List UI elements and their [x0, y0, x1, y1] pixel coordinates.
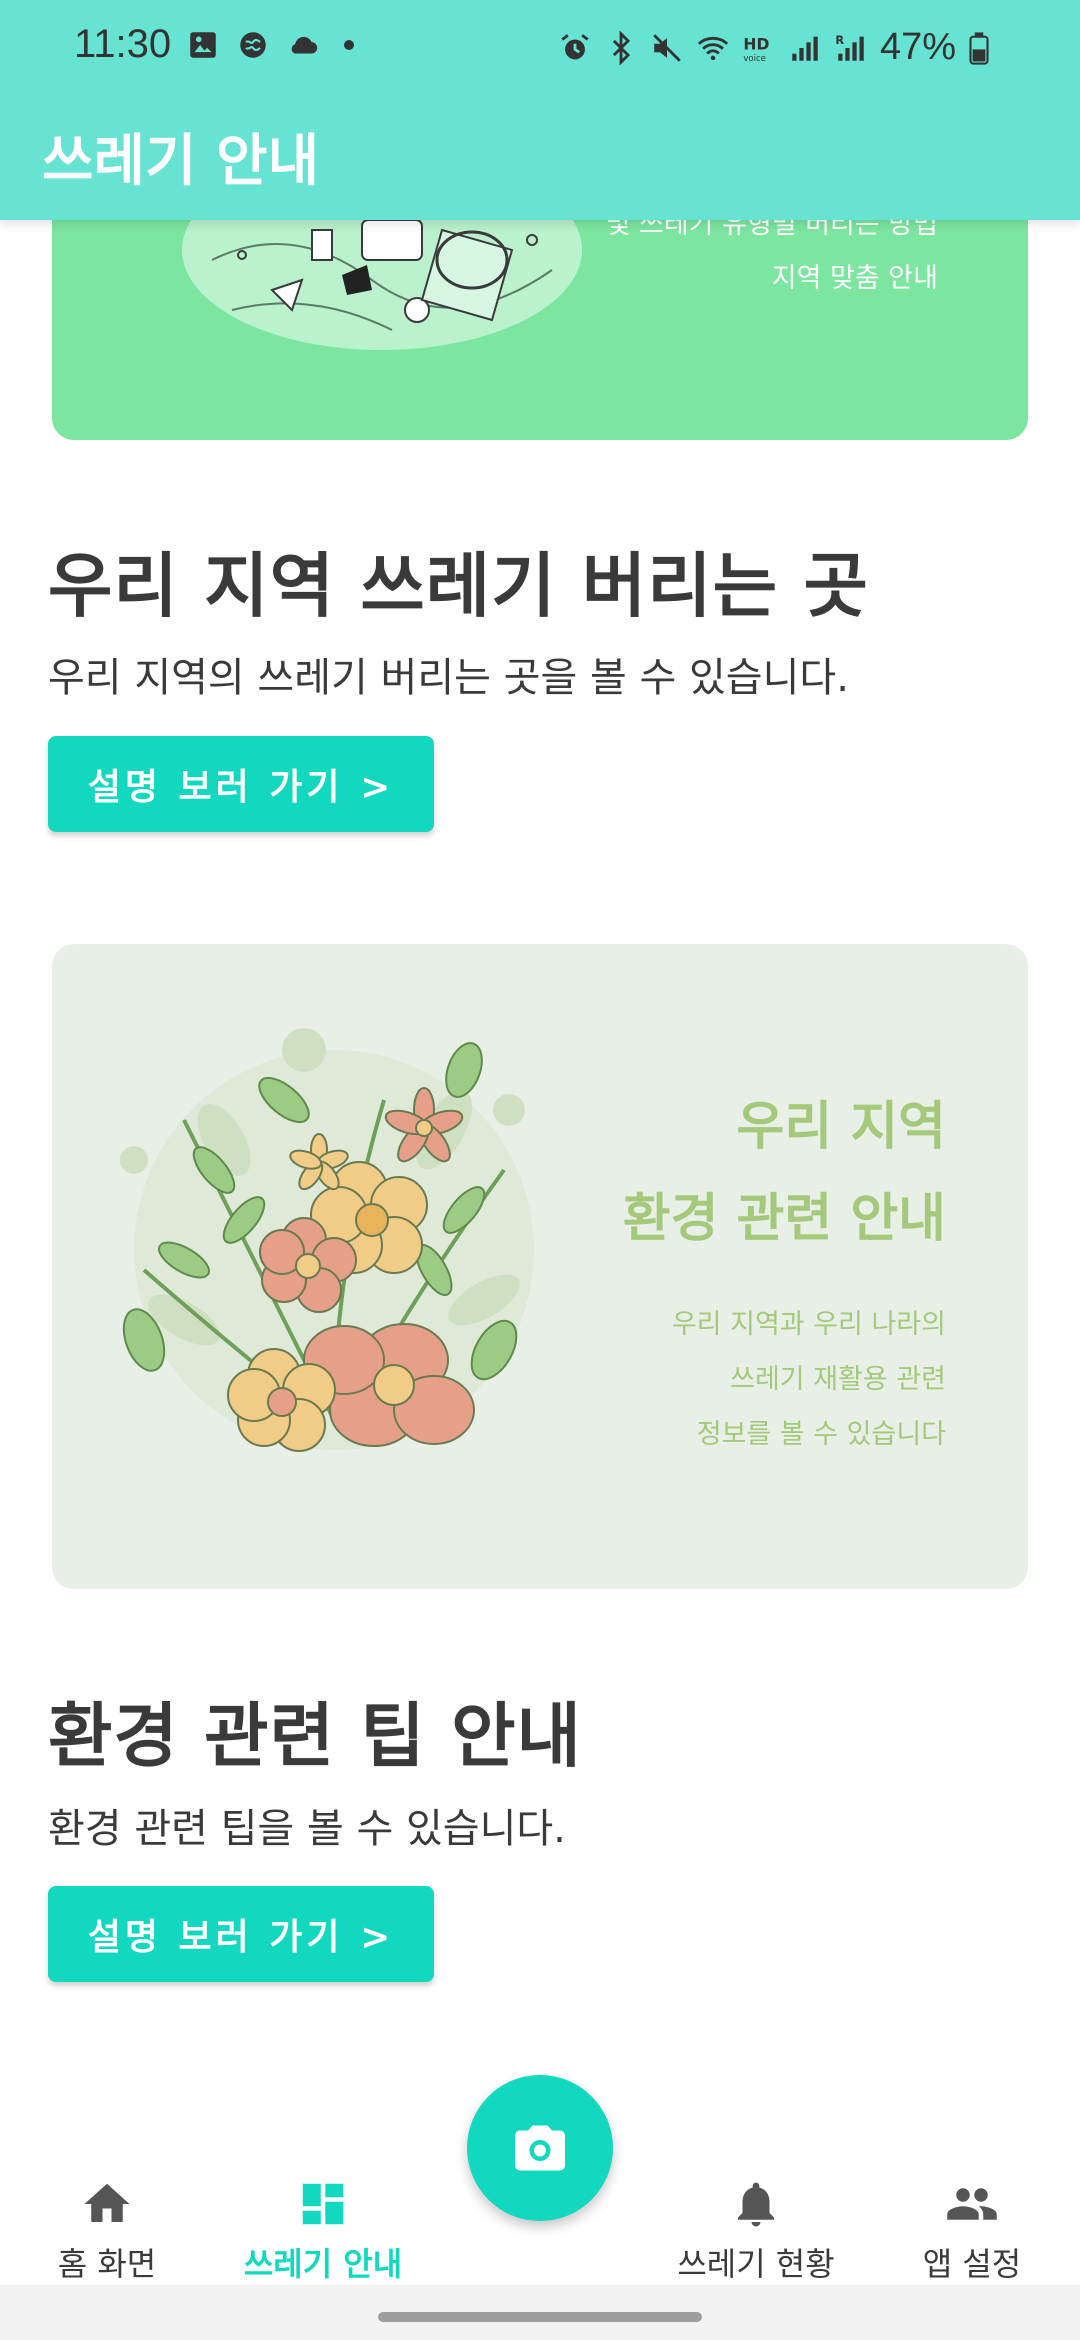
flower-illustration: [120, 1028, 534, 1452]
nav-item-home[interactable]: 홈 화면: [7, 2165, 207, 2285]
alarm-icon: [561, 33, 589, 59]
nav-item-waste-guide[interactable]: 쓰레기 안내: [223, 2165, 423, 2285]
mute-icon: [653, 33, 681, 62]
home-icon: [84, 2183, 130, 2222]
home-gesture-bar[interactable]: [378, 2312, 702, 2322]
banner-line-2: 지역 맞춤 안내: [771, 263, 938, 294]
battery-percent: 47%: [879, 26, 956, 68]
bluetooth-icon: [612, 30, 631, 65]
nav-label-home: 홈 화면: [57, 2245, 157, 2283]
status-time: 11:30: [74, 22, 172, 66]
view-local-button[interactable]: 설명 보러 가기 >: [48, 736, 434, 832]
nav-label-settings: 앱 설정: [922, 2245, 1022, 2283]
flower-banner-text-2: 쓰레기 재활용 관련: [730, 1364, 946, 1395]
camera-fab-button[interactable]: [467, 2075, 613, 2221]
signal-roaming-icon: R: [835, 32, 864, 61]
section-title-tips: 환경 관련 팁 안내: [48, 1695, 582, 1777]
camera-icon: [515, 2125, 565, 2171]
app-header: 11:30 HD voice R 47% 쓰레기 안내: [0, 0, 1080, 220]
status-bar: 11:30 HD voice R 47%: [0, 0, 1080, 96]
svg-text:HD: HD: [743, 35, 769, 53]
view-tips-button[interactable]: 설명 보러 가기 >: [48, 1886, 434, 1982]
nav-label-waste-status: 쓰레기 현황: [677, 2245, 835, 2283]
section-desc-local: 우리 지역의 쓰레기 버리는 곳을 볼 수 있습니다.: [48, 655, 849, 701]
gesture-navigation-area: [0, 2285, 1080, 2340]
section-title-local: 우리 지역 쓰레기 버리는 곳: [48, 545, 869, 627]
nav-label-waste-guide: 쓰레기 안내: [243, 2245, 403, 2283]
nav-item-settings[interactable]: 앱 설정: [872, 2165, 1072, 2285]
wifi-icon: [697, 36, 729, 60]
dashboard-icon: [302, 2183, 344, 2225]
page-title: 쓰레기 안내: [42, 129, 320, 194]
svg-text:R: R: [835, 32, 844, 46]
gallery-icon: [190, 32, 216, 58]
section-desc-tips: 환경 관련 팁을 볼 수 있습니다.: [48, 1806, 566, 1852]
banner-environment-guide[interactable]: 우리 지역 환경 관련 안내 우리 지역과 우리 나라의 쓰레기 재활용 관련 …: [52, 944, 1028, 1589]
svg-text:voice: voice: [743, 53, 766, 63]
people-icon: [947, 2188, 997, 2220]
nav-item-waste-status[interactable]: 쓰레기 현황: [656, 2165, 856, 2285]
flower-banner-text-3: 정보를 볼 수 있습니다: [696, 1419, 946, 1450]
flower-banner-heading-2: 환경 관련 안내: [622, 1189, 946, 1249]
battery-icon: [969, 31, 989, 65]
main-content: 및 쓰레기 유형별 버리는 방법 지역 맞춤 안내 우리 지역 쓰레기 버리는 …: [0, 0, 1080, 2340]
cloud-icon: [291, 36, 318, 54]
hd-voice-icon: HDvoice: [743, 35, 769, 63]
brain-icon: [240, 32, 266, 58]
flower-banner-text-1: 우리 지역과 우리 나라의: [671, 1309, 946, 1340]
bell-icon: [738, 2182, 774, 2227]
flower-banner-heading-1: 우리 지역: [736, 1097, 946, 1157]
signal-icon: [792, 36, 818, 61]
dot-icon: [344, 40, 354, 50]
